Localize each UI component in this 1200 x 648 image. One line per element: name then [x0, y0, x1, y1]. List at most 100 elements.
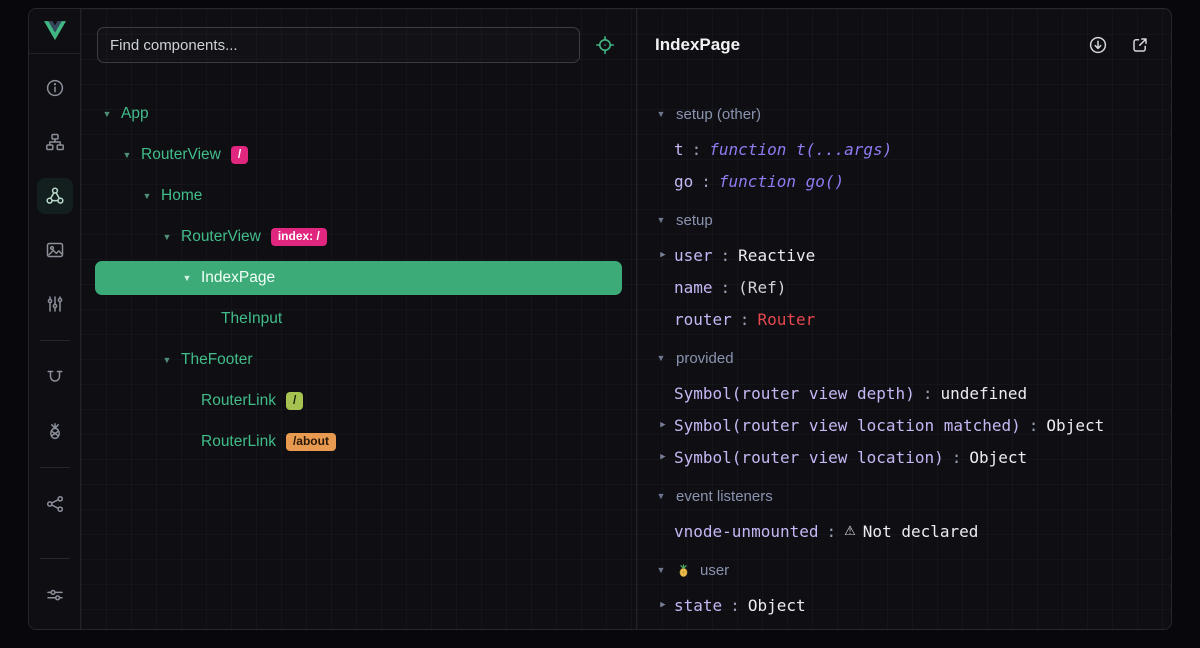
route-badge: / — [231, 146, 248, 164]
key-value-separator: : — [952, 448, 962, 467]
tree-row-routerlink-about[interactable]: RouterLink /about — [95, 425, 622, 459]
tree-row-indexpage[interactable]: ▼ IndexPage — [95, 261, 622, 295]
state-key: vnode-unmounted — [674, 522, 819, 541]
tree-row-routerview[interactable]: ▼ RouterView / — [95, 138, 622, 172]
key-value-separator: : — [827, 522, 837, 541]
inspector-title: IndexPage — [655, 35, 1071, 55]
caret-right-icon[interactable]: ▶ — [655, 420, 671, 430]
tree-row-routerview-index[interactable]: ▼ RouterView index: / — [95, 220, 622, 254]
state-key: Symbol(router view depth) — [674, 384, 915, 403]
tree-row-app[interactable]: ▼ App — [95, 97, 622, 131]
components-pane: ▼ App ▼ RouterView / ▼ Home ▼ RouterView… — [81, 9, 636, 629]
state-row[interactable]: name : (Ref) — [655, 271, 1171, 303]
caret-right-icon[interactable]: ▶ — [655, 600, 671, 610]
state-key: user — [674, 246, 713, 265]
sidebar-divider — [40, 467, 70, 468]
settings-icon[interactable] — [37, 577, 73, 613]
caret-down-icon[interactable]: ▼ — [159, 355, 175, 365]
state-value: Reactive — [738, 246, 815, 265]
component-label: TheInput — [221, 310, 282, 328]
key-value-separator: : — [692, 140, 702, 159]
state-row[interactable]: ▶ Symbol(router view location matched) :… — [655, 409, 1171, 441]
component-label: RouterView — [181, 228, 261, 246]
components-toolbar — [81, 9, 636, 81]
graph-icon[interactable] — [37, 486, 73, 522]
caret-down-icon: ▼ — [655, 565, 667, 575]
section-label: user — [700, 562, 729, 579]
sidebar-nav — [29, 54, 80, 629]
section-header[interactable]: ▼ setup (other) — [655, 95, 1171, 133]
search-input[interactable] — [110, 37, 567, 54]
section-event-listeners: ▼ event listeners vnode-unmounted : ⚠ No… — [655, 477, 1171, 547]
open-in-editor-icon[interactable] — [1125, 30, 1155, 60]
timeline-icon[interactable] — [37, 286, 73, 322]
component-tree: ▼ App ▼ RouterView / ▼ Home ▼ RouterView… — [81, 81, 636, 629]
state-row[interactable]: vnode-unmounted : ⚠ Not declared — [655, 515, 1171, 547]
caret-right-icon[interactable]: ▶ — [655, 452, 671, 462]
section-header[interactable]: ▼ provided — [655, 339, 1171, 377]
caret-down-icon[interactable]: ▼ — [159, 232, 175, 242]
inspector-header: IndexPage — [637, 9, 1171, 81]
section-user-store: ▼ user ▶ state : Object ▶ getters — [655, 551, 1171, 629]
warning-icon: ⚠ — [844, 524, 856, 539]
section-label: event listeners — [676, 488, 773, 505]
caret-down-icon[interactable]: ▼ — [139, 191, 155, 201]
state-row[interactable]: Symbol(router view depth) : undefined — [655, 377, 1171, 409]
state-row[interactable]: ▶ state : Object — [655, 589, 1171, 621]
state-value: Object — [1046, 416, 1104, 435]
component-label: Home — [161, 187, 202, 205]
state-panel: ▼ setup (other) t : function t(...args) … — [637, 81, 1171, 629]
section-provided: ▼ provided Symbol(router view depth) : u… — [655, 339, 1171, 473]
devtools-window: ▼ App ▼ RouterView / ▼ Home ▼ RouterView… — [28, 8, 1172, 630]
caret-down-icon[interactable]: ▼ — [99, 109, 115, 119]
pinia-icon[interactable] — [37, 413, 73, 449]
caret-right-icon[interactable]: ▶ — [655, 250, 671, 260]
tree-row-thefooter[interactable]: ▼ TheFooter — [95, 343, 622, 377]
caret-down-icon[interactable]: ▼ — [179, 273, 195, 283]
route-badge: / — [286, 392, 303, 410]
component-label: RouterView — [141, 146, 221, 164]
sidebar — [29, 9, 81, 629]
tree-row-routerlink-root[interactable]: RouterLink / — [95, 384, 622, 418]
state-value: undefined — [940, 384, 1027, 403]
state-value: Router — [757, 310, 815, 329]
section-header[interactable]: ▼ event listeners — [655, 477, 1171, 515]
router-icon[interactable] — [37, 359, 73, 395]
key-value-separator: : — [721, 278, 731, 297]
key-value-separator: : — [701, 172, 711, 191]
assets-icon[interactable] — [37, 232, 73, 268]
section-setup: ▼ setup ▶ user : Reactive name : (Ref) — [655, 201, 1171, 335]
route-badge: /about — [286, 433, 336, 451]
state-row[interactable]: go : function go() — [655, 165, 1171, 197]
state-key: t — [674, 140, 684, 159]
state-key: Symbol(router view location) — [674, 448, 944, 467]
state-key: name — [674, 278, 713, 297]
state-value: Object — [748, 596, 806, 615]
state-key: getters — [674, 628, 741, 630]
section-header[interactable]: ▼ setup — [655, 201, 1171, 239]
caret-down-icon[interactable]: ▼ — [119, 150, 135, 160]
caret-down-icon: ▼ — [655, 109, 667, 119]
state-row[interactable]: ▶ user : Reactive — [655, 239, 1171, 271]
section-header[interactable]: ▼ user — [655, 551, 1171, 589]
state-value: function go() — [719, 172, 844, 191]
state-value: Object — [969, 448, 1027, 467]
state-row[interactable]: t : function t(...args) — [655, 133, 1171, 165]
state-row[interactable]: ▶ getters : Object — [655, 621, 1171, 629]
section-label: setup — [676, 212, 713, 229]
tree-row-home[interactable]: ▼ Home — [95, 179, 622, 213]
state-value: Object — [767, 628, 825, 630]
info-icon[interactable] — [37, 70, 73, 106]
scroll-to-component-icon[interactable] — [1083, 30, 1113, 60]
tree-row-theinput[interactable]: TheInput — [95, 302, 622, 336]
caret-down-icon: ▼ — [655, 353, 667, 363]
state-row[interactable]: router : Router — [655, 303, 1171, 335]
inspector-pane: IndexPage ▼ setup (other) — [637, 9, 1171, 629]
state-key: state — [674, 596, 722, 615]
components-icon[interactable] — [37, 178, 73, 214]
search-box — [97, 27, 580, 63]
component-tree-icon[interactable] — [37, 124, 73, 160]
inspect-target-icon[interactable] — [588, 28, 622, 62]
state-row[interactable]: ▶ Symbol(router view location) : Object — [655, 441, 1171, 473]
route-badge: index: / — [271, 228, 327, 246]
